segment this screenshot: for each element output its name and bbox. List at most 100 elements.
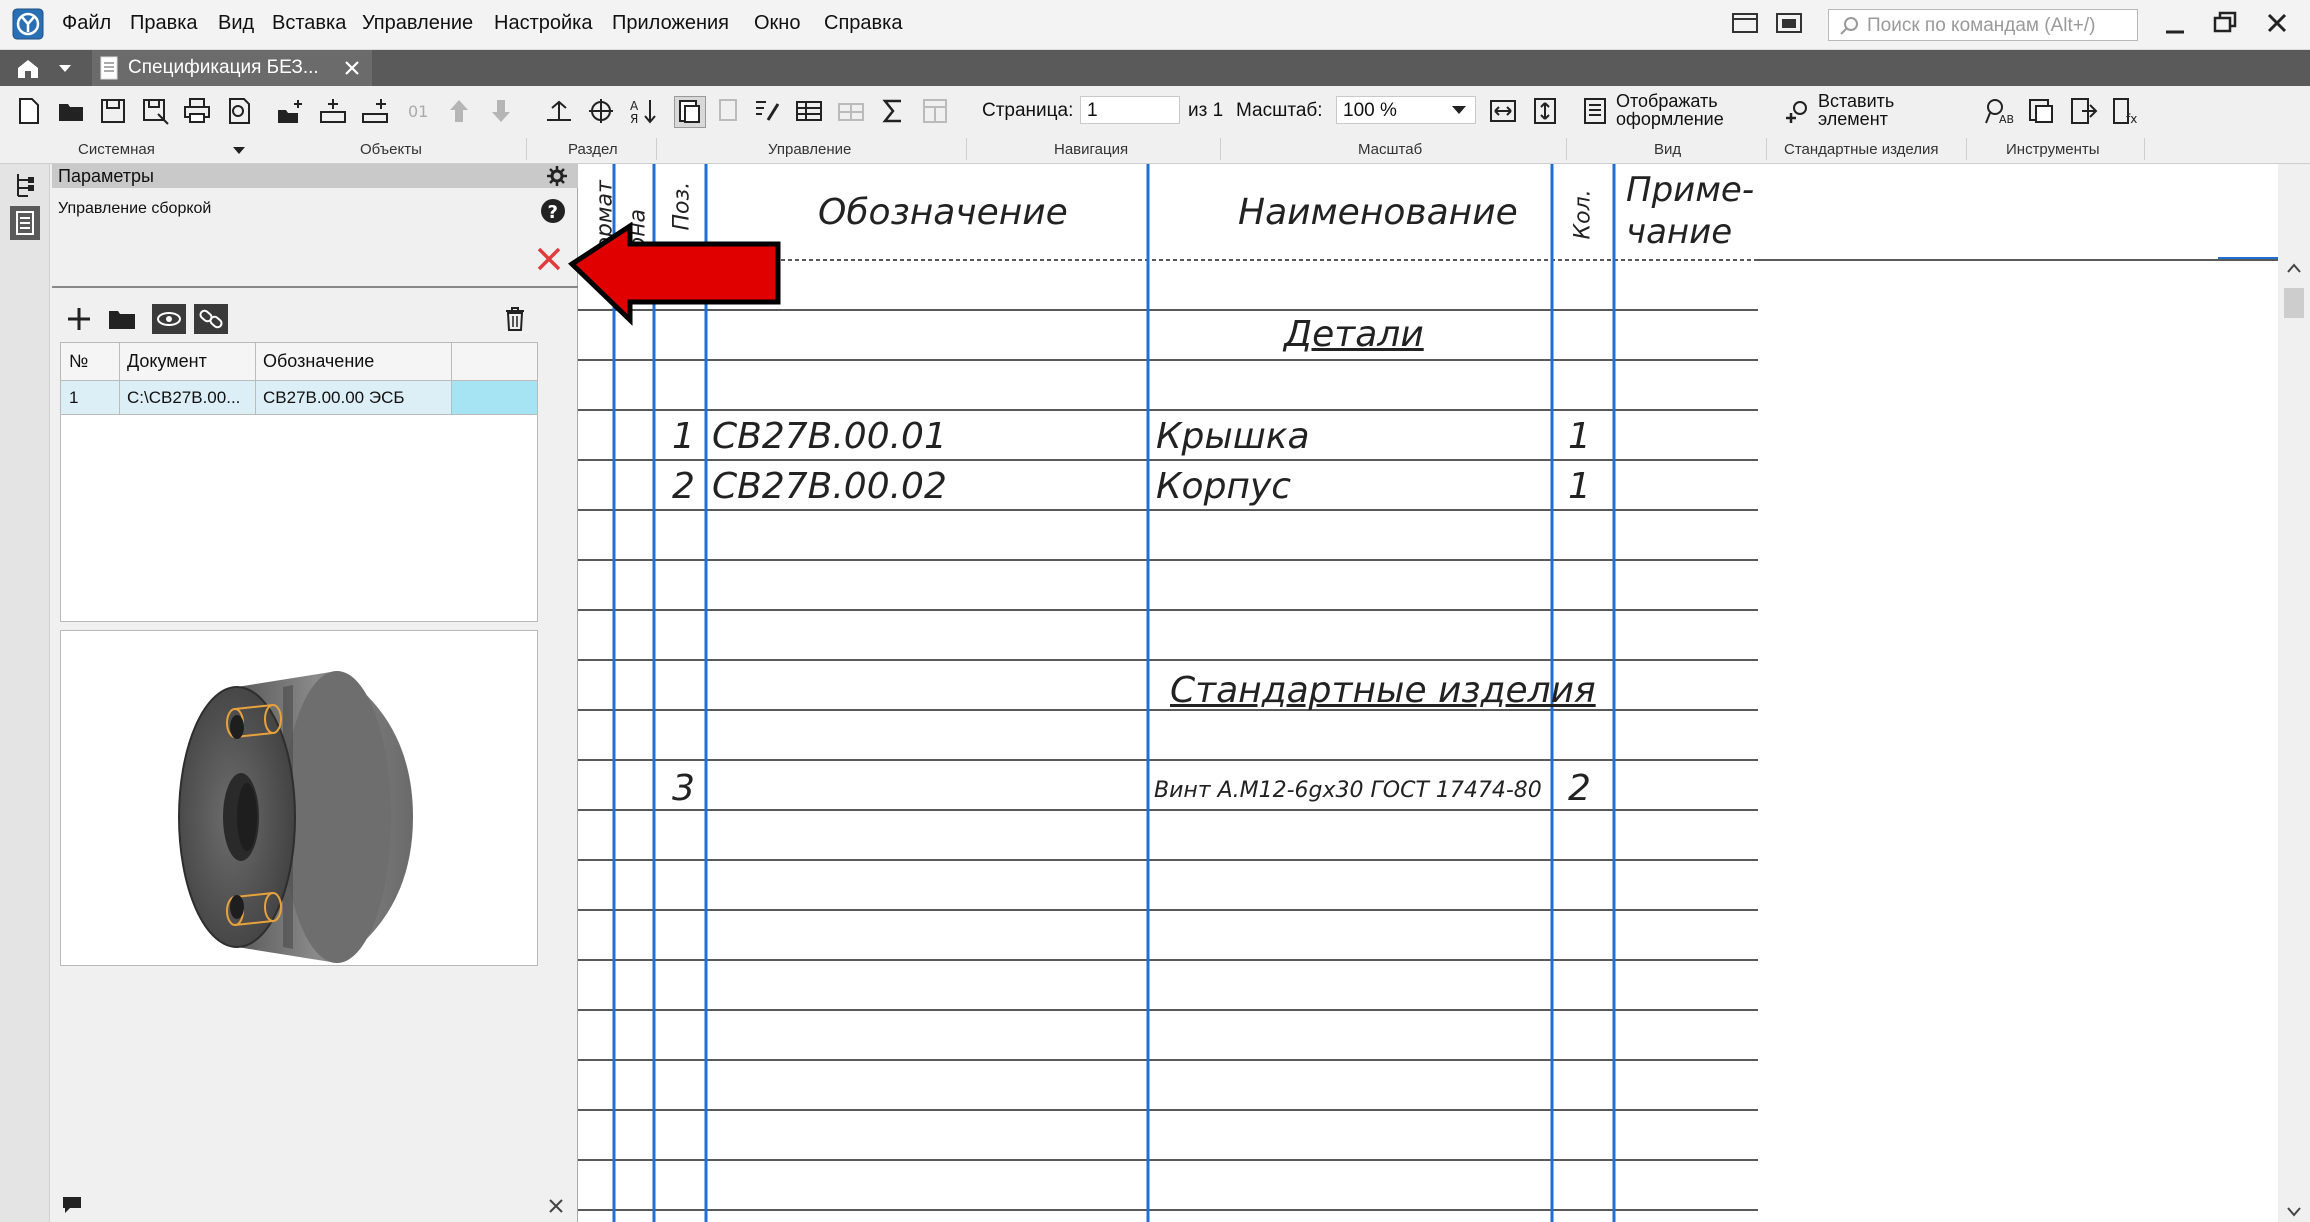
documents-table: № Документ Обозначение 1 C:\СВ27В.00... … <box>60 342 538 622</box>
trash-icon[interactable] <box>504 306 526 332</box>
main-toolbar: 01 AЯ Страница: 1 из 1 Масштаб: 100 % От… <box>0 86 2310 164</box>
formula-icon[interactable]: fx <box>2110 96 2140 126</box>
add-object-icon[interactable] <box>276 96 306 126</box>
home-icon[interactable] <box>16 58 40 80</box>
row-3-pos[interactable]: 3 <box>672 768 695 809</box>
page-input[interactable]: 1 <box>1080 96 1180 124</box>
edit-icon[interactable] <box>752 96 782 126</box>
panel-close-icon[interactable] <box>548 1198 564 1214</box>
row-1-qty[interactable]: 1 <box>1568 416 1591 457</box>
search-input[interactable]: Поиск по командам (Alt+/) <box>1828 9 2138 41</box>
save-icon[interactable] <box>98 96 128 126</box>
params-tab-icon[interactable] <box>10 206 40 240</box>
assembly-3d-image <box>178 671 413 963</box>
cancel-close-icon[interactable] <box>536 246 562 272</box>
row-1-pos[interactable]: 1 <box>672 416 695 457</box>
scroll-thumb[interactable] <box>2284 288 2304 318</box>
row-1-designation[interactable]: СВ27В.00.01 <box>712 416 947 457</box>
tab-close-icon[interactable] <box>344 60 360 76</box>
help-icon[interactable]: ? <box>540 198 566 224</box>
row-2-pos[interactable]: 2 <box>672 466 695 507</box>
tree-icon[interactable] <box>14 172 36 198</box>
tab-title: Спецификация БЕЗ... <box>128 57 319 78</box>
sum-icon[interactable] <box>878 96 908 126</box>
menu-help[interactable]: Справка <box>824 12 902 35</box>
col-no[interactable]: № <box>69 351 88 372</box>
search-placeholder: Поиск по командам (Alt+/) <box>1867 15 2096 36</box>
scale-select[interactable]: 100 % <box>1336 96 1476 124</box>
insert-element-icon[interactable] <box>1782 96 1812 126</box>
add-section-icon[interactable] <box>360 96 390 126</box>
panel-icon[interactable] <box>1776 12 1802 34</box>
row-2-designation[interactable]: СВ27В.00.02 <box>712 466 947 507</box>
add-row-icon[interactable] <box>318 96 348 126</box>
close-icon[interactable] <box>2264 10 2290 36</box>
import-icon[interactable] <box>2068 96 2098 126</box>
section-icon[interactable] <box>544 96 574 126</box>
save-as-icon[interactable] <box>140 96 170 126</box>
maximize-icon[interactable] <box>2212 10 2238 36</box>
menu-manage[interactable]: Управление <box>362 12 473 35</box>
preview-icon[interactable] <box>224 96 254 126</box>
col-document[interactable]: Документ <box>127 351 207 372</box>
folder-icon[interactable] <box>108 308 136 330</box>
copy-icon[interactable] <box>716 96 746 126</box>
row-document: C:\СВ27В.00... <box>127 388 241 407</box>
show-design-button[interactable]: Отображать оформление <box>1616 92 1756 128</box>
menu-edit[interactable]: Правка <box>130 12 198 35</box>
plus-icon[interactable] <box>66 306 92 332</box>
menu-insert[interactable]: Вставка <box>272 12 346 35</box>
fit-width-icon[interactable] <box>1488 96 1518 126</box>
group-objects-label: Объекты <box>360 141 422 158</box>
scroll-up-icon[interactable] <box>2286 262 2302 274</box>
app-logo-icon[interactable] <box>12 8 44 40</box>
menu-file[interactable]: Файл <box>62 12 111 35</box>
menu-window[interactable]: Окно <box>754 12 800 35</box>
row-1-name[interactable]: Крышка <box>1156 416 1310 457</box>
table-row[interactable]: 1 C:\СВ27В.00... СВ27В.00.00 ЭСБ <box>61 381 537 415</box>
link-icon[interactable] <box>194 304 228 334</box>
menu-apps[interactable]: Приложения <box>612 12 729 35</box>
tab-specification[interactable]: Спецификация БЕЗ... <box>92 50 372 86</box>
minimize-icon[interactable] <box>2162 12 2188 38</box>
renumber-icon[interactable]: 01 <box>402 96 432 126</box>
new-document-icon[interactable] <box>14 96 44 126</box>
gear-icon[interactable] <box>546 165 568 187</box>
col-designation[interactable]: Обозначение <box>263 351 374 372</box>
row-2-qty[interactable]: 1 <box>1568 466 1591 507</box>
row-3-name[interactable]: Винт А.М12-6gх30 ГОСТ 17474-80 <box>1154 778 1542 803</box>
design-icon[interactable] <box>1580 96 1610 126</box>
section-standard-items[interactable]: Стандартные изделия <box>1170 670 1596 711</box>
target-icon[interactable] <box>586 96 616 126</box>
eye-icon[interactable] <box>152 304 186 334</box>
move-up-icon[interactable] <box>444 96 474 126</box>
spec-manage-icon[interactable] <box>674 96 706 128</box>
menu-settings[interactable]: Настройка <box>494 12 592 35</box>
table-icon[interactable] <box>794 96 824 126</box>
insert-element-button[interactable]: Вставить элемент <box>1818 92 1928 128</box>
chevron-down-icon[interactable] <box>232 146 246 155</box>
parameters-header: Параметры <box>52 164 578 188</box>
comment-icon[interactable] <box>62 1196 82 1214</box>
row-2-name[interactable]: Корпус <box>1156 466 1291 507</box>
move-down-icon[interactable] <box>486 96 516 126</box>
menu-view[interactable]: Вид <box>218 12 254 35</box>
table-grey-icon[interactable] <box>836 96 866 126</box>
page-label: Страница: <box>982 100 1074 121</box>
export-icon[interactable] <box>2026 96 2056 126</box>
row-3-qty[interactable]: 2 <box>1568 768 1591 809</box>
chevron-down-icon[interactable] <box>58 64 72 74</box>
open-folder-icon[interactable] <box>56 96 86 126</box>
print-icon[interactable] <box>182 96 212 126</box>
section-details[interactable]: Детали <box>1284 314 1424 355</box>
svg-text:A: A <box>630 99 639 113</box>
scroll-down-icon[interactable] <box>2286 1206 2302 1218</box>
header-note-2: чание <box>1626 212 1733 252</box>
vertical-scrollbar[interactable] <box>2278 260 2310 1222</box>
replace-text-icon[interactable]: AB <box>1984 96 2014 126</box>
fit-height-icon[interactable] <box>1530 96 1560 126</box>
group-tools-label: Инструменты <box>2006 141 2100 158</box>
sort-icon[interactable]: AЯ <box>628 96 658 126</box>
layout-icon[interactable] <box>1732 12 1758 34</box>
column-icon[interactable] <box>920 96 950 126</box>
